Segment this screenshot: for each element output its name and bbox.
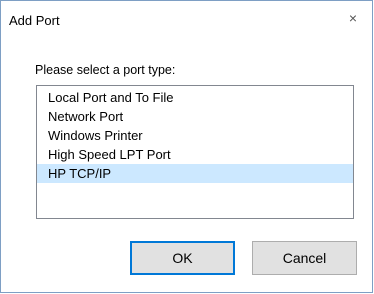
- dialog-title: Add Port: [9, 13, 60, 28]
- list-item-high-speed-lpt[interactable]: High Speed LPT Port: [37, 145, 353, 164]
- ok-button[interactable]: OK: [130, 241, 235, 275]
- cancel-button[interactable]: Cancel: [252, 241, 357, 275]
- list-item-hp-tcp-ip[interactable]: HP TCP/IP: [37, 164, 353, 183]
- list-item-local-port[interactable]: Local Port and To File: [37, 88, 353, 107]
- list-item-network-port[interactable]: Network Port: [37, 107, 353, 126]
- port-type-prompt: Please select a port type:: [35, 63, 176, 77]
- port-type-listbox[interactable]: Local Port and To File Network Port Wind…: [36, 85, 354, 219]
- add-port-dialog: Add Port × Please select a port type: Lo…: [0, 0, 373, 293]
- list-item-windows-printer[interactable]: Windows Printer: [37, 126, 353, 145]
- close-icon[interactable]: ×: [343, 8, 363, 28]
